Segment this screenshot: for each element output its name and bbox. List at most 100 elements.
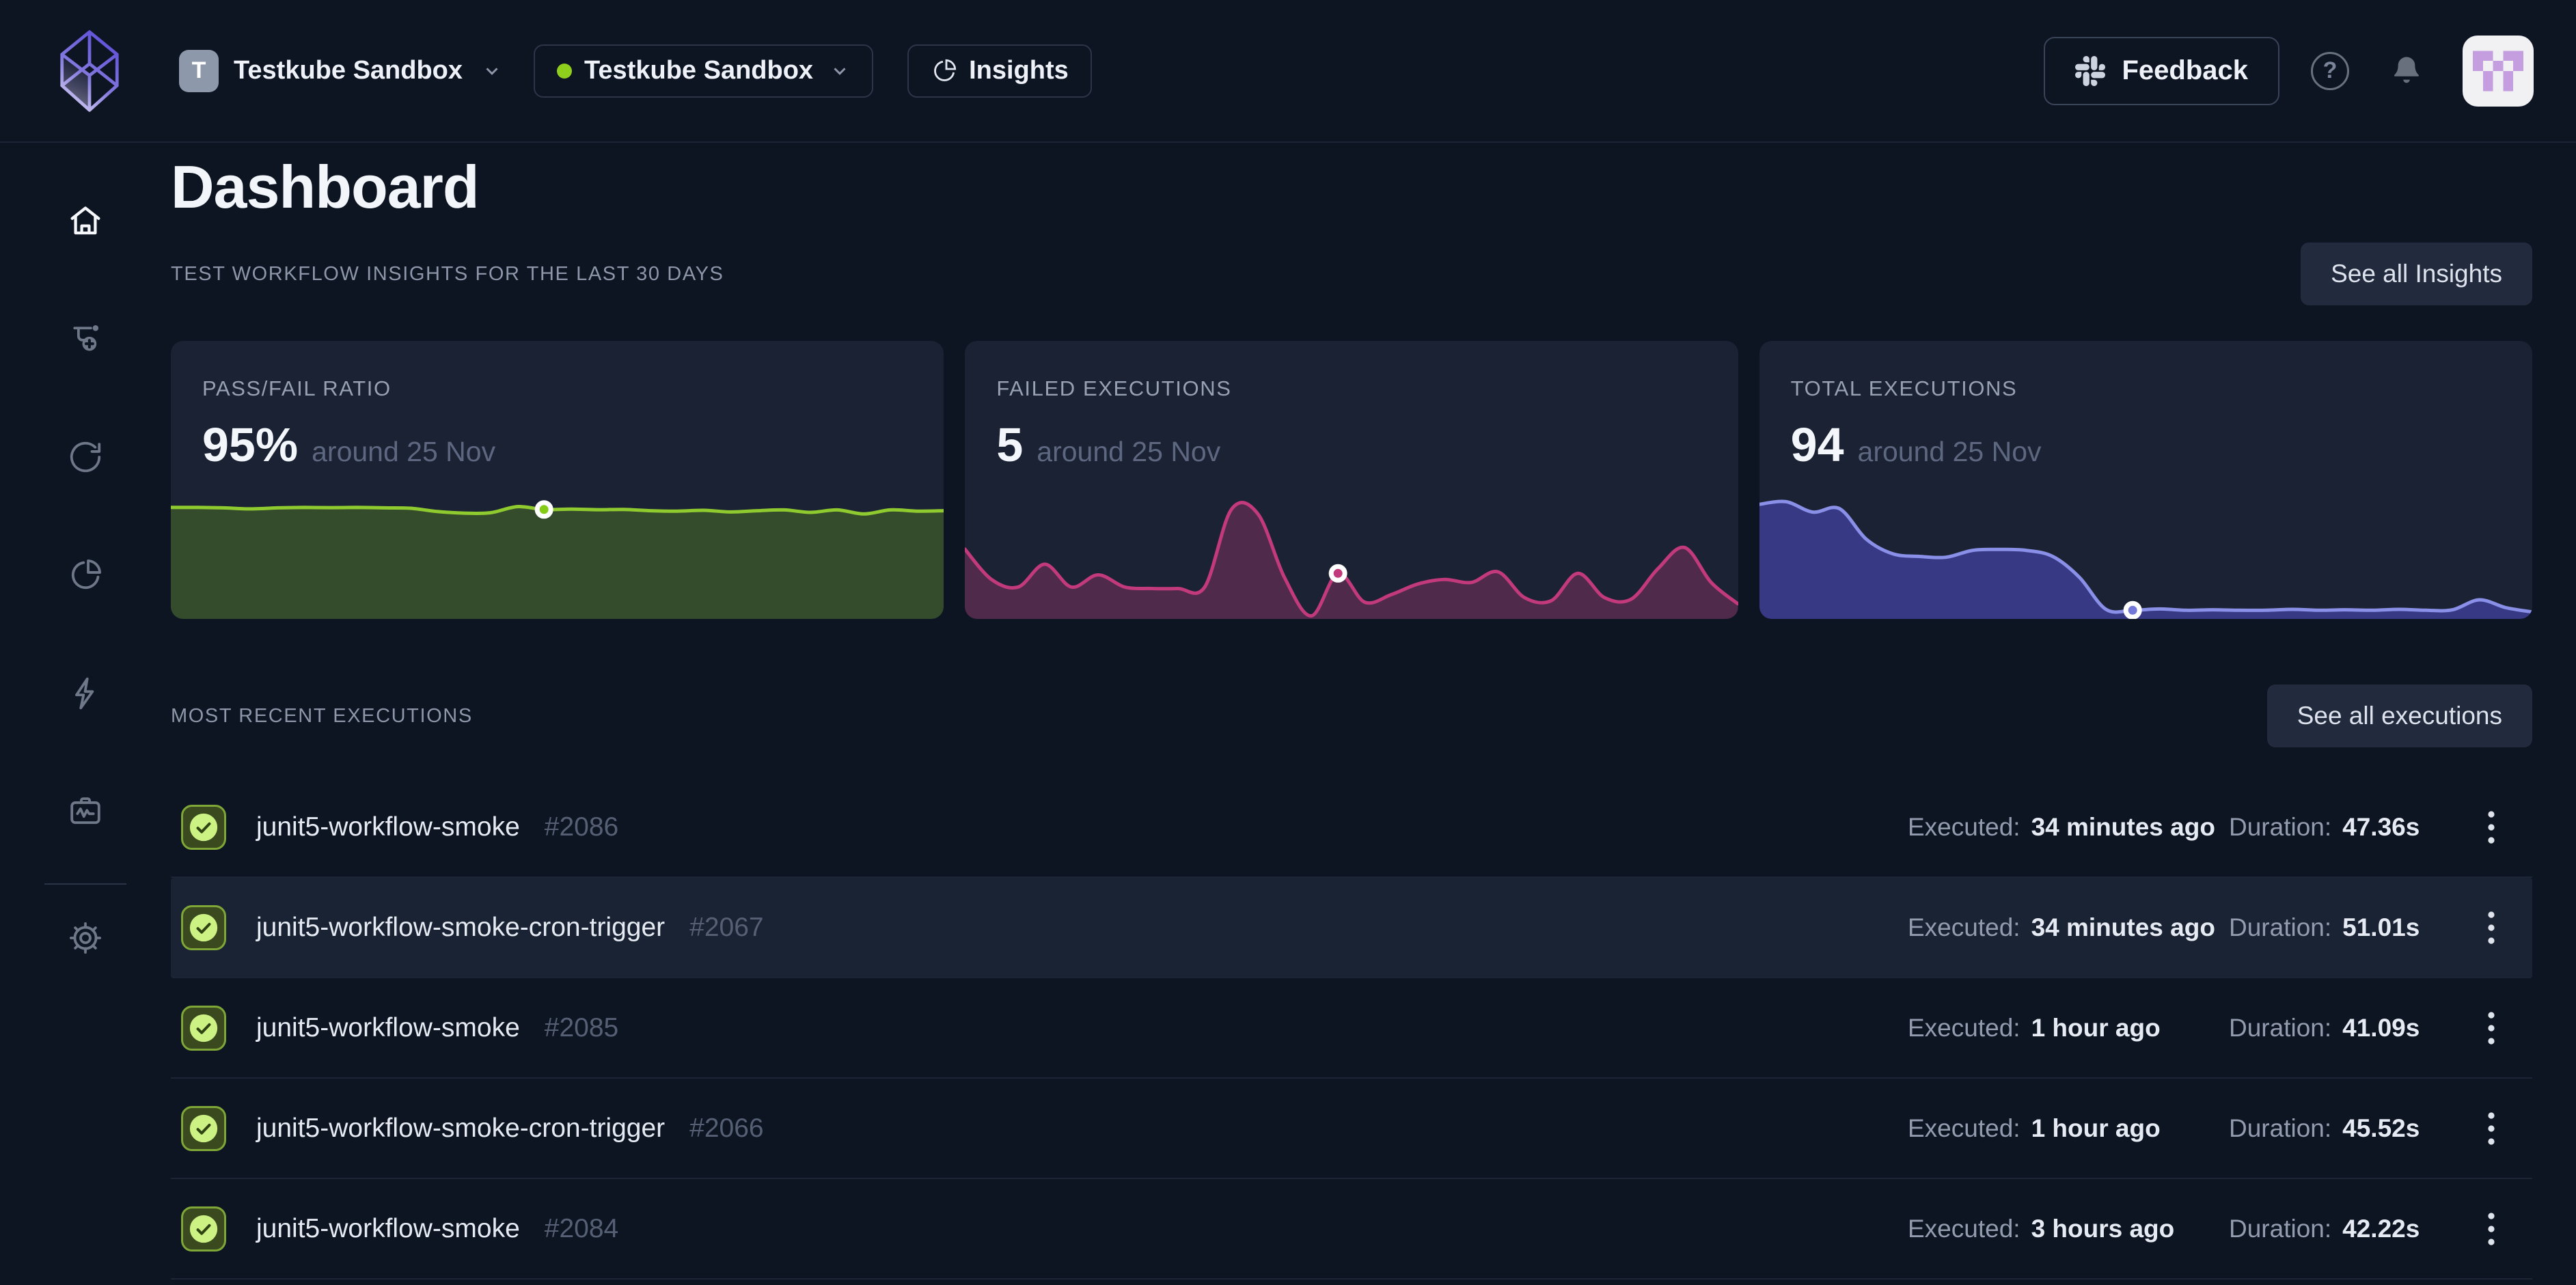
duration-value: 51.01s [2342, 913, 2420, 942]
executions-section-header: MOST RECENT EXECUTIONS See all execution… [171, 685, 2532, 747]
insights-label: Insights [969, 56, 1069, 85]
kebab-menu-icon [2486, 1111, 2496, 1146]
card-title: PASS/FAIL RATIO [202, 376, 392, 401]
execution-number: #2084 [545, 1214, 618, 1244]
chevron-down-icon [830, 61, 850, 81]
duration-meta: Duration: 45.52s [2229, 1114, 2469, 1143]
row-actions-menu[interactable] [2469, 810, 2513, 845]
duration-value: 42.22s [2342, 1215, 2420, 1243]
page-title: Dashboard [171, 152, 2532, 222]
sidebar-nav [0, 143, 171, 1284]
execution-number: #2085 [545, 1013, 618, 1043]
executed-meta: Executed: 34 minutes ago [1908, 813, 2229, 842]
card-value: 95% [202, 417, 298, 472]
executed-label: Executed: [1908, 1114, 2020, 1143]
execution-row[interactable]: junit5-workflow-smoke #2084 Executed: 3 … [171, 1179, 2532, 1280]
highlight-dot [537, 503, 551, 516]
workflow-name: junit5-workflow-smoke-cron-trigger [256, 1114, 665, 1144]
home-icon [67, 202, 104, 239]
testkube-logo-icon [53, 27, 126, 115]
duration-label: Duration: [2229, 1215, 2331, 1243]
organization-name: Testkube Sandbox [234, 56, 463, 85]
pass-fail-ratio-card: PASS/FAIL RATIO 95% around 25 Nov [171, 341, 944, 619]
duration-label: Duration: [2229, 1114, 2331, 1143]
row-actions-menu[interactable] [2469, 1111, 2513, 1146]
execution-number: #2067 [689, 913, 763, 943]
lightning-icon [67, 675, 104, 712]
executed-label: Executed: [1908, 1215, 2020, 1243]
executed-meta: Executed: 3 hours ago [1908, 1215, 2229, 1243]
activity-board-icon [67, 793, 104, 830]
duration-meta: Duration: 51.01s [2229, 913, 2469, 942]
card-caption: around 25 Nov [1037, 436, 1220, 468]
insights-section-label: TEST WORKFLOW INSIGHTS FOR THE LAST 30 D… [171, 263, 724, 286]
check-icon [188, 912, 219, 943]
executed-value: 34 minutes ago [2031, 813, 2215, 842]
execution-row[interactable]: junit5-workflow-smoke #2085 Executed: 1 … [171, 978, 2532, 1079]
duration-meta: Duration: 42.22s [2229, 1215, 2469, 1243]
highlight-dot [1331, 566, 1345, 580]
kebab-menu-icon [2486, 1211, 2496, 1247]
row-actions-menu[interactable] [2469, 910, 2513, 945]
sidebar-item-executions[interactable] [0, 419, 171, 495]
executed-label: Executed: [1908, 913, 2020, 942]
failed-executions-card: FAILED EXECUTIONS 5 around 25 Nov [965, 341, 1738, 619]
duration-meta: Duration: 41.09s [2229, 1014, 2469, 1042]
insight-cards: PASS/FAIL RATIO 95% around 25 Nov FAILED… [171, 341, 2532, 619]
duration-label: Duration: [2229, 913, 2331, 942]
sidebar-item-workflows[interactable] [0, 301, 171, 377]
sidebar-item-triggers[interactable] [0, 655, 171, 732]
sidebar-divider [44, 883, 126, 885]
workflow-name: junit5-workflow-smoke [256, 1214, 520, 1244]
gear-icon [67, 920, 104, 956]
recent-executions-list: junit5-workflow-smoke #2086 Executed: 34… [171, 777, 2532, 1280]
duration-value: 45.52s [2342, 1114, 2420, 1143]
feedback-button[interactable]: Feedback [2044, 37, 2279, 105]
executed-meta: Executed: 34 minutes ago [1908, 913, 2229, 942]
card-caption: around 25 Nov [312, 436, 495, 468]
status-passed-badge [181, 805, 226, 850]
refresh-circle-icon [67, 439, 104, 475]
avatar-identicon [2473, 50, 2523, 92]
execution-number: #2066 [689, 1114, 763, 1144]
card-title: FAILED EXECUTIONS [996, 376, 1231, 401]
total-executions-card: TOTAL EXECUTIONS 94 around 25 Nov [1759, 341, 2532, 619]
status-passed-badge [181, 905, 226, 950]
card-value: 5 [996, 417, 1023, 472]
slack-icon [2075, 56, 2105, 86]
user-avatar[interactable] [2463, 36, 2534, 107]
sidebar-item-monitoring[interactable] [0, 773, 171, 850]
check-icon [188, 812, 219, 843]
sidebar-item-settings[interactable] [0, 900, 171, 976]
sidebar-item-insights[interactable] [0, 537, 171, 613]
duration-label: Duration: [2229, 1014, 2331, 1042]
row-actions-menu[interactable] [2469, 1211, 2513, 1247]
check-icon [188, 1213, 219, 1245]
execution-number: #2086 [545, 812, 618, 842]
executed-value: 1 hour ago [2031, 1114, 2161, 1143]
executed-meta: Executed: 1 hour ago [1908, 1014, 2229, 1042]
duration-label: Duration: [2229, 813, 2331, 842]
notifications-bell-icon[interactable] [2389, 53, 2424, 89]
insights-nav-button[interactable]: Insights [907, 44, 1092, 98]
insights-section-header: TEST WORKFLOW INSIGHTS FOR THE LAST 30 D… [171, 243, 2532, 305]
executions-section-label: MOST RECENT EXECUTIONS [171, 705, 473, 728]
duration-value: 47.36s [2342, 813, 2420, 842]
top-header: T Testkube Sandbox Testkube Sandbox Insi… [0, 0, 2576, 143]
highlight-dot [2126, 603, 2139, 617]
environment-select[interactable]: Testkube Sandbox [534, 44, 873, 98]
workflow-name: junit5-workflow-smoke [256, 812, 520, 842]
card-value: 94 [1791, 417, 1844, 472]
see-all-insights-button[interactable]: See all Insights [2301, 243, 2532, 305]
execution-row[interactable]: junit5-workflow-smoke-cron-trigger #2067… [171, 878, 2532, 978]
execution-row[interactable]: junit5-workflow-smoke-cron-trigger #2066… [171, 1079, 2532, 1179]
environment-name: Testkube Sandbox [584, 56, 813, 85]
execution-row[interactable]: junit5-workflow-smoke #2086 Executed: 34… [171, 777, 2532, 878]
see-all-executions-button[interactable]: See all executions [2267, 685, 2532, 747]
sidebar-item-dashboard[interactable] [0, 182, 171, 259]
check-icon [188, 1012, 219, 1044]
organization-switcher[interactable]: T Testkube Sandbox [179, 50, 502, 92]
executed-label: Executed: [1908, 1014, 2020, 1042]
row-actions-menu[interactable] [2469, 1010, 2513, 1046]
help-icon[interactable]: ? [2311, 52, 2349, 90]
